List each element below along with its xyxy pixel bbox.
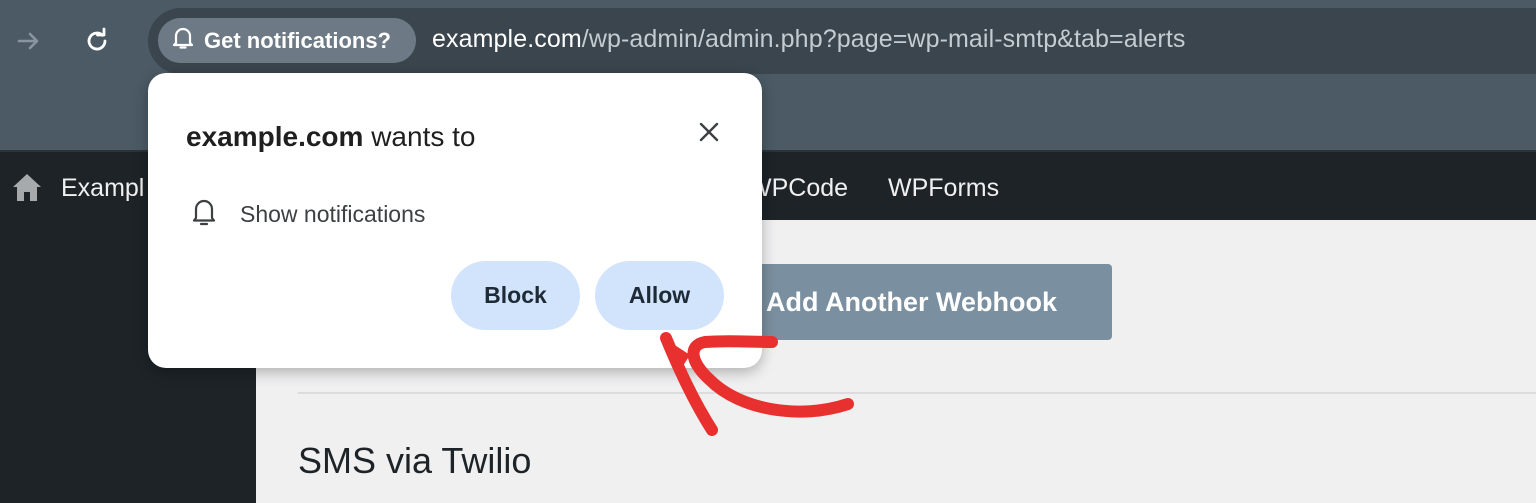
notification-permission-popup: example.com wants to Show notifications … [148, 73, 762, 368]
forward-button[interactable] [10, 22, 48, 60]
site-name-link[interactable]: Exampl [61, 174, 144, 203]
url-text[interactable]: example.com/wp-admin/admin.php?page=wp-m… [432, 25, 1186, 54]
reload-icon [83, 27, 111, 55]
permission-label: Show notifications [240, 201, 426, 227]
popup-close-button[interactable] [694, 119, 724, 149]
section-title: SMS via Twilio [298, 440, 532, 481]
close-icon [698, 121, 720, 148]
home-icon[interactable] [10, 170, 44, 209]
section-divider [298, 392, 1536, 394]
add-another-webhook-button[interactable]: Add Another Webhook [738, 264, 1112, 340]
allow-button[interactable]: Allow [595, 261, 724, 330]
block-button[interactable]: Block [451, 261, 580, 330]
bell-icon [190, 197, 218, 232]
popup-title: example.com wants to [186, 121, 475, 153]
reload-button[interactable] [78, 22, 116, 60]
adminbar-item-wpcode[interactable]: WPCode [748, 174, 848, 203]
notification-chip-label: Get notifications? [204, 27, 391, 53]
permission-row: Show notifications [190, 197, 425, 232]
browser-toolbar: Get notifications? example.com/wp-admin/… [0, 0, 1536, 82]
notification-request-chip[interactable]: Get notifications? [158, 18, 416, 63]
url-path: /wp-admin/admin.php?page=wp-mail-smtp&ta… [581, 25, 1186, 53]
popup-title-rest: wants to [363, 121, 476, 152]
adminbar-item-wpforms[interactable]: WPForms [888, 174, 999, 203]
popup-title-host: example.com [186, 121, 364, 152]
url-host: example.com [432, 25, 582, 53]
bell-icon [172, 26, 194, 55]
forward-arrow-icon [16, 28, 42, 54]
